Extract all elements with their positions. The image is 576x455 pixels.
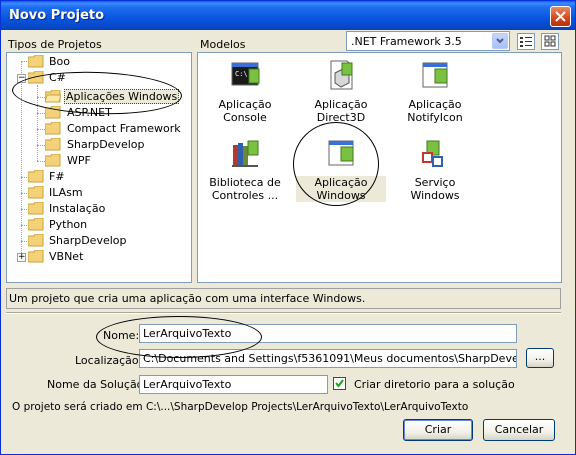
templates-list[interactable]: C:\ Aplicação Console Aplicação Direct3D…	[197, 52, 562, 283]
template-notifyicon-app[interactable]: Aplicação NotifyIcon	[390, 59, 480, 124]
solution-name-field[interactable]: LerArquivoTexto	[139, 375, 328, 394]
description-box: Um projeto que cria uma aplicação com um…	[6, 288, 561, 309]
tree-item-python[interactable]: Python	[7, 217, 187, 233]
svg-text:C:\: C:\	[235, 70, 248, 78]
tree-item-label: VBNet	[49, 250, 84, 263]
divider	[6, 312, 561, 314]
template-label: Biblioteca de Controles ...	[209, 176, 281, 202]
open-folder-icon	[45, 90, 61, 103]
template-label: Aplicação Console	[218, 98, 272, 124]
project-types-tree[interactable]: Boo − C# Aplicações Windows ASP.NET Comp…	[6, 52, 192, 283]
tree-item-boo[interactable]: Boo	[7, 54, 187, 70]
tree-item-vbnet[interactable]: + VBNet	[7, 249, 187, 265]
list-view-button[interactable]	[517, 33, 535, 50]
folder-icon	[28, 186, 44, 199]
folder-icon	[28, 218, 44, 231]
description-text: Um projeto que cria uma aplicação com um…	[9, 292, 366, 305]
template-control-library[interactable]: Biblioteca de Controles ...	[200, 137, 290, 202]
solution-name-value: LerArquivoTexto	[143, 378, 232, 391]
tree-item-label: ASP.NET	[67, 106, 112, 119]
location-label: Localização:	[75, 354, 143, 367]
create-directory-checkbox[interactable]	[333, 377, 346, 390]
tree-item-label: Instalação	[49, 202, 106, 215]
framework-selected: .NET Framework 3.5	[351, 35, 462, 48]
template-label: Aplicação Windows	[296, 176, 386, 202]
framework-dropdown[interactable]: .NET Framework 3.5	[346, 31, 510, 51]
list-view-icon	[520, 37, 532, 47]
project-path-info: O projeto será criado em C:\...\SharpDev…	[12, 401, 469, 413]
tree-item-label: ILAsm	[49, 186, 83, 199]
collapse-toggle[interactable]: −	[17, 74, 26, 83]
tree-item-wpf[interactable]: WPF	[7, 153, 187, 169]
notifyicon-app-icon	[422, 62, 448, 88]
template-label: Aplicação NotifyIcon	[407, 98, 463, 124]
solution-name-label: Nome da Solução:	[47, 378, 148, 391]
name-field[interactable]: LerArquivoTexto	[139, 324, 517, 343]
tree-item-instalacao[interactable]: Instalação	[7, 201, 187, 217]
window-title: Novo Projeto	[9, 8, 105, 23]
folder-icon	[28, 170, 44, 183]
tree-item-sharpdevelop-csharp[interactable]: SharpDevelop	[7, 137, 187, 153]
tree-item-label: Compact Framework	[67, 122, 181, 135]
folder-icon	[45, 122, 61, 135]
folder-icon	[28, 55, 44, 68]
cancel-button[interactable]: Cancelar	[483, 419, 555, 441]
windows-service-icon	[422, 140, 443, 167]
location-value: C:\Documents and Settings\f5361091\Meus …	[143, 352, 517, 365]
tree-item-label: F#	[49, 170, 65, 183]
tree-item-label: C#	[49, 71, 66, 84]
tree-item-compact-framework[interactable]: Compact Framework	[7, 121, 187, 137]
tree-item-aspnet[interactable]: ASP.NET	[7, 105, 187, 121]
folder-icon	[28, 202, 44, 215]
project-types-label: Tipos de Projetos	[8, 38, 102, 51]
create-directory-label[interactable]: Criar diretorio para a solução	[354, 378, 515, 391]
tree-item-label: Aplicações Windows	[64, 89, 180, 104]
tree-item-label: SharpDevelop	[67, 138, 145, 151]
control-library-icon	[232, 140, 259, 167]
tree-item-label: WPF	[67, 154, 91, 167]
tree-item-label: Python	[49, 218, 88, 231]
expand-toggle[interactable]: +	[17, 253, 26, 262]
direct3d-app-icon	[330, 60, 353, 90]
browse-button[interactable]: ...	[526, 348, 554, 368]
chevron-down-icon	[496, 38, 504, 44]
template-console-app[interactable]: C:\ Aplicação Console	[200, 59, 290, 124]
checkmark-icon	[335, 379, 344, 388]
template-windows-service[interactable]: Serviço Windows	[390, 137, 480, 202]
tree-item-fsharp[interactable]: F#	[7, 169, 187, 185]
large-icons-view-icon	[544, 35, 556, 47]
folder-icon	[45, 138, 61, 151]
tree-item-ilasm[interactable]: ILAsm	[7, 185, 187, 201]
tree-item-label: Boo	[49, 55, 71, 68]
windows-app-icon	[328, 140, 354, 166]
close-icon	[555, 11, 566, 22]
title-bar[interactable]: Novo Projeto	[1, 1, 575, 30]
folder-icon	[45, 154, 61, 167]
close-button[interactable]	[550, 6, 571, 27]
console-app-icon: C:\	[231, 62, 260, 86]
large-icons-view-button[interactable]	[541, 33, 559, 50]
location-field[interactable]: C:\Documents and Settings\f5361091\Meus …	[139, 349, 517, 368]
tree-item-aplicacoes-windows[interactable]: Aplicações Windows	[7, 89, 187, 105]
name-value: LerArquivoTexto	[143, 327, 232, 340]
template-label: Serviço Windows	[410, 176, 460, 202]
template-windows-app[interactable]: Aplicação Windows	[296, 137, 386, 202]
template-direct3d-app[interactable]: Aplicação Direct3D	[296, 59, 386, 124]
open-folder-icon	[28, 71, 44, 84]
tree-item-label: SharpDevelop	[49, 234, 127, 247]
folder-icon	[45, 106, 61, 119]
dropdown-button[interactable]	[492, 33, 508, 49]
create-button[interactable]: Criar	[403, 419, 473, 441]
tree-item-sharpdevelop[interactable]: SharpDevelop	[7, 233, 187, 249]
template-label: Aplicação Direct3D	[314, 98, 368, 124]
name-label: Nome:	[103, 329, 140, 342]
folder-icon	[28, 234, 44, 247]
tree-item-csharp[interactable]: − C#	[7, 70, 187, 86]
templates-label: Modelos	[200, 38, 246, 51]
folder-icon	[28, 250, 44, 263]
